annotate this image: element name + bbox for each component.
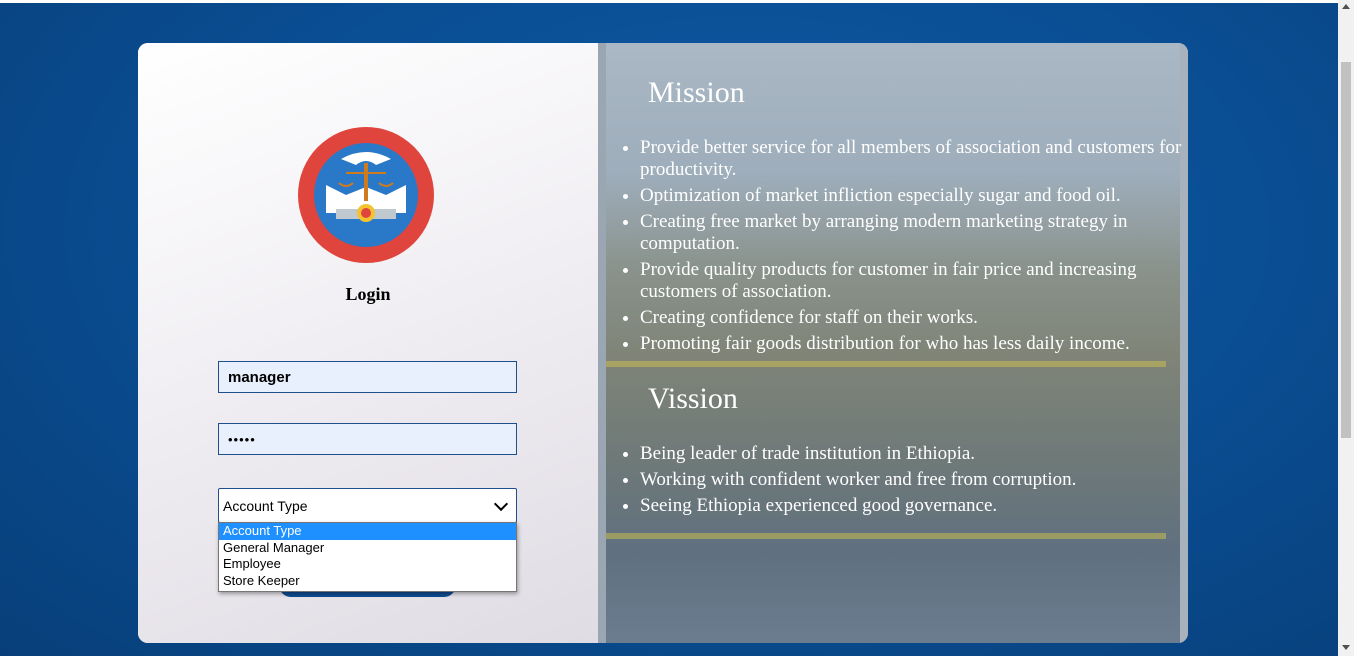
mission-vision-panel: Mission Provide better service for all m… bbox=[598, 43, 1188, 643]
vision-title: Vission bbox=[648, 382, 738, 415]
panel-edge-left bbox=[598, 43, 606, 643]
account-type-dropdown: Account Type General Manager Employee St… bbox=[218, 522, 517, 592]
mission-item: Optimization of market infliction especi… bbox=[640, 185, 1188, 207]
mission-item: Provide quality products for customer in… bbox=[640, 259, 1188, 303]
scrollbar-thumb[interactable] bbox=[1341, 62, 1351, 438]
account-type-selected-value: Account Type bbox=[223, 497, 308, 514]
background-shelf bbox=[606, 533, 1166, 539]
chevron-down-icon bbox=[493, 496, 509, 511]
vision-item: Being leader of trade institution in Eth… bbox=[640, 443, 1188, 465]
vertical-scrollbar[interactable] bbox=[1338, 0, 1354, 656]
mission-title: Mission bbox=[648, 76, 745, 109]
account-type-select[interactable]: Account Type bbox=[218, 488, 517, 523]
mission-item: Creating free market by arranging modern… bbox=[640, 211, 1188, 255]
window-top-edge bbox=[0, 0, 1338, 3]
option-general-manager[interactable]: General Manager bbox=[219, 540, 516, 557]
vision-list: Being leader of trade institution in Eth… bbox=[620, 443, 1188, 521]
vision-item: Working with confident worker and free f… bbox=[640, 469, 1188, 491]
login-card: Login manager ••••• Account Type Account… bbox=[138, 43, 1188, 643]
option-account-type[interactable]: Account Type bbox=[219, 523, 516, 540]
scroll-up-arrow-icon[interactable] bbox=[1342, 4, 1350, 9]
option-employee[interactable]: Employee bbox=[219, 556, 516, 573]
mission-item: Creating confidence for staff on their w… bbox=[640, 307, 1188, 329]
scroll-down-arrow-icon[interactable] bbox=[1342, 645, 1350, 650]
login-title: Login bbox=[345, 284, 391, 304]
background-shelf bbox=[606, 361, 1166, 367]
city-administration-logo bbox=[298, 127, 434, 263]
mission-list: Provide better service for all members o… bbox=[620, 137, 1188, 359]
username-input[interactable]: manager bbox=[218, 361, 517, 393]
vision-item: Seeing Ethiopia experienced good governa… bbox=[640, 495, 1188, 517]
login-panel: Login manager ••••• Account Type Account… bbox=[138, 43, 598, 643]
mission-item: Provide better service for all members o… bbox=[640, 137, 1188, 181]
mission-item: Promoting fair goods distribution for wh… bbox=[640, 333, 1188, 355]
option-store-keeper[interactable]: Store Keeper bbox=[219, 573, 516, 590]
password-input[interactable]: ••••• bbox=[218, 423, 517, 455]
